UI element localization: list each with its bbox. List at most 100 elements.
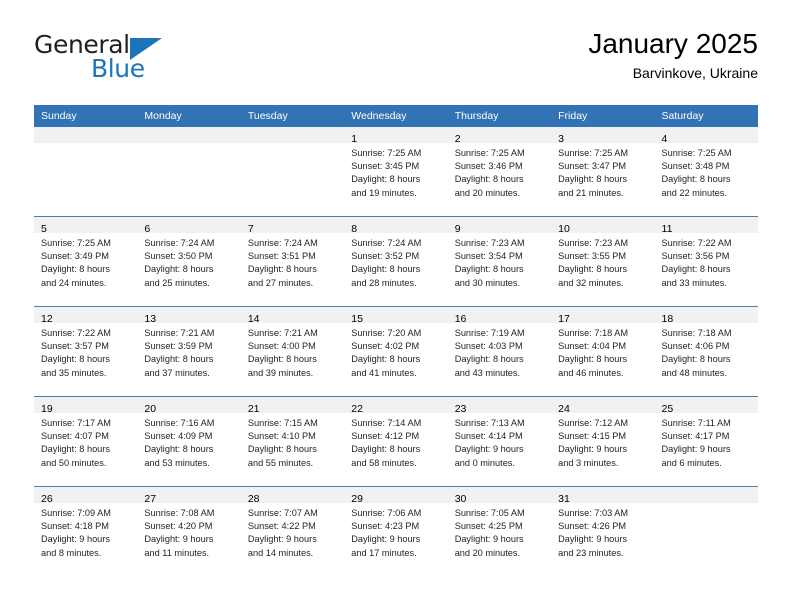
calendar-day-cell[interactable]: 11 Sunrise: 7:22 AM Sunset: 3:56 PM Dayligh… <box>654 216 758 307</box>
day-number: 6 <box>144 223 151 235</box>
daylight-text: and 46 minutes. <box>558 367 624 378</box>
day-cell-empty <box>654 487 758 576</box>
day-number: 20 <box>144 403 157 415</box>
calendar-day-cell[interactable]: 15 Sunrise: 7:20 AM Sunset: 4:02 PM Dayligh… <box>344 306 448 397</box>
calendar-day-cell[interactable]: 19 Sunrise: 7:17 AM Sunset: 4:07 PM Dayligh… <box>34 396 138 487</box>
sunset-text: Sunset: 4:03 PM <box>454 341 523 352</box>
daylight-text: and 0 minutes. <box>454 457 515 468</box>
day-number: 4 <box>661 133 668 145</box>
calendar-day-cell[interactable]: 6 Sunrise: 7:24 AM Sunset: 3:50 PM Daylight… <box>137 216 241 307</box>
calendar-day-cell[interactable]: 7 Sunrise: 7:24 AM Sunset: 3:51 PM Daylight… <box>240 216 345 307</box>
calendar-day-cell[interactable]: 5 Sunrise: 7:25 AM Sunset: 3:49 PM Daylight… <box>34 216 138 307</box>
daylight-text: and 35 minutes. <box>41 367 107 378</box>
day-number-band: 20 <box>137 397 241 415</box>
daylight-text: Daylight: 8 hours <box>144 444 214 455</box>
calendar-day-cell[interactable]: 20 Sunrise: 7:16 AM Sunset: 4:09 PM Dayligh… <box>137 396 241 487</box>
calendar-day-cell[interactable]: 27 Sunrise: 7:08 AM Sunset: 4:20 PM Dayligh… <box>137 486 241 576</box>
calendar-day-cell[interactable]: 29 Sunrise: 7:06 AM Sunset: 4:23 PM Dayligh… <box>344 486 448 576</box>
calendar-day-cell[interactable] <box>137 127 241 217</box>
weekday-header-wednesday: Wednesday <box>344 105 448 127</box>
sunrise-text: Sunrise: 7:11 AM <box>661 418 731 428</box>
day-number: 11 <box>661 223 673 235</box>
calendar-day-cell[interactable] <box>654 486 758 576</box>
calendar-day-cell[interactable]: 8 Sunrise: 7:24 AM Sunset: 3:52 PM Daylight… <box>344 216 448 307</box>
calendar-day-cell[interactable]: 2 Sunrise: 7:25 AM Sunset: 3:46 PM Daylight… <box>447 127 552 217</box>
calendar-day-cell[interactable]: 10 Sunrise: 7:23 AM Sunset: 3:55 PM Dayligh… <box>551 216 655 307</box>
day-number-band: 18 <box>654 307 758 325</box>
calendar-day-cell[interactable]: 21 Sunrise: 7:15 AM Sunset: 4:10 PM Dayligh… <box>240 396 345 487</box>
sunset-text: Sunset: 3:51 PM <box>247 251 316 262</box>
calendar-day-cell[interactable]: 4 Sunrise: 7:25 AM Sunset: 3:48 PM Daylight… <box>654 127 758 217</box>
day-number: 9 <box>454 223 461 235</box>
sunset-text: Sunset: 4:22 PM <box>247 521 316 532</box>
daylight-text: Daylight: 8 hours <box>558 264 628 275</box>
daylight-text: Daylight: 8 hours <box>41 264 110 275</box>
calendar-day-cell[interactable]: 25 Sunrise: 7:11 AM Sunset: 4:17 PM Dayligh… <box>654 396 758 487</box>
calendar-day-cell[interactable]: 26 Sunrise: 7:09 AM Sunset: 4:18 PM Dayligh… <box>34 486 138 576</box>
sunset-text: Sunset: 4:15 PM <box>558 431 627 442</box>
day-details: Sunrise: 7:21 AM Sunset: 3:59 PM Daylight:… <box>137 323 240 380</box>
day-cell-content: 26 Sunrise: 7:09 AM Sunset: 4:18 PM Dayligh… <box>34 487 138 576</box>
sunrise-text: Sunrise: 7:24 AM <box>144 238 215 248</box>
day-details: Sunrise: 7:23 AM Sunset: 3:55 PM Daylight:… <box>551 233 654 290</box>
day-number-band: 6 <box>137 217 241 235</box>
calendar-day-cell[interactable]: 23 Sunrise: 7:13 AM Sunset: 4:14 PM Dayligh… <box>447 396 552 487</box>
calendar-day-cell[interactable]: 24 Sunrise: 7:12 AM Sunset: 4:15 PM Dayligh… <box>551 396 655 487</box>
day-cell-content: 10 Sunrise: 7:23 AM Sunset: 3:55 PM Dayligh… <box>551 217 655 306</box>
day-number: 21 <box>247 403 260 415</box>
day-details: Sunrise: 7:13 AM Sunset: 4:14 PM Daylight:… <box>448 413 551 470</box>
day-cell-empty <box>34 127 138 216</box>
sunset-text: Sunset: 3:48 PM <box>661 161 730 172</box>
calendar-day-cell[interactable]: 12 Sunrise: 7:22 AM Sunset: 3:57 PM Dayligh… <box>34 306 138 397</box>
day-details: Sunrise: 7:06 AM Sunset: 4:23 PM Daylight:… <box>344 503 447 560</box>
calendar-day-cell[interactable] <box>34 127 138 217</box>
daylight-text: and 58 minutes. <box>351 457 417 468</box>
day-cell-content: 23 Sunrise: 7:13 AM Sunset: 4:14 PM Dayligh… <box>447 397 552 486</box>
day-cell-content: 6 Sunrise: 7:24 AM Sunset: 3:50 PM Daylight… <box>137 217 241 306</box>
calendar-day-cell[interactable]: 28 Sunrise: 7:07 AM Sunset: 4:22 PM Dayligh… <box>240 486 345 576</box>
day-number-band: 3 <box>551 127 655 145</box>
day-cell-content: 30 Sunrise: 7:05 AM Sunset: 4:25 PM Dayligh… <box>447 487 552 576</box>
day-number-band: 23 <box>447 397 552 415</box>
day-details: Sunrise: 7:18 AM Sunset: 4:06 PM Daylight:… <box>655 323 758 380</box>
weekday-header-thursday: Thursday <box>447 105 552 127</box>
calendar-day-cell[interactable]: 17 Sunrise: 7:18 AM Sunset: 4:04 PM Dayligh… <box>551 306 655 397</box>
calendar-day-cell[interactable]: 14 Sunrise: 7:21 AM Sunset: 4:00 PM Dayligh… <box>240 306 345 397</box>
day-details: Sunrise: 7:08 AM Sunset: 4:20 PM Daylight:… <box>137 503 240 560</box>
calendar-day-cell[interactable]: 9 Sunrise: 7:23 AM Sunset: 3:54 PM Daylight… <box>447 216 552 307</box>
calendar-day-cell[interactable]: 18 Sunrise: 7:18 AM Sunset: 4:06 PM Dayligh… <box>654 306 758 397</box>
day-details <box>241 143 344 147</box>
sunrise-text: Sunrise: 7:21 AM <box>247 328 318 338</box>
day-details: Sunrise: 7:05 AM Sunset: 4:25 PM Daylight:… <box>448 503 551 560</box>
sunrise-text: Sunrise: 7:25 AM <box>661 148 732 158</box>
calendar-day-cell[interactable]: 3 Sunrise: 7:25 AM Sunset: 3:47 PM Daylight… <box>551 127 655 217</box>
day-number-band: 31 <box>551 487 655 505</box>
daylight-text: Daylight: 8 hours <box>661 174 731 185</box>
sunset-text: Sunset: 4:23 PM <box>351 521 420 532</box>
day-number-band <box>240 127 345 143</box>
day-cell-content: 9 Sunrise: 7:23 AM Sunset: 3:54 PM Daylight… <box>447 217 552 306</box>
day-number-band: 22 <box>344 397 448 415</box>
daylight-text: Daylight: 8 hours <box>351 444 421 455</box>
daylight-text: Daylight: 8 hours <box>454 264 524 275</box>
daylight-text: Daylight: 8 hours <box>351 174 421 185</box>
sunset-text: Sunset: 3:54 PM <box>454 251 523 262</box>
calendar-day-cell[interactable]: 30 Sunrise: 7:05 AM Sunset: 4:25 PM Dayligh… <box>447 486 552 576</box>
day-cell-content: 14 Sunrise: 7:21 AM Sunset: 4:00 PM Dayligh… <box>240 307 345 396</box>
calendar-day-cell[interactable]: 16 Sunrise: 7:19 AM Sunset: 4:03 PM Dayligh… <box>447 306 552 397</box>
day-cell-content: 25 Sunrise: 7:11 AM Sunset: 4:17 PM Dayligh… <box>654 397 758 486</box>
day-number-band: 30 <box>447 487 552 505</box>
daylight-text: and 48 minutes. <box>661 367 727 378</box>
calendar-day-cell[interactable]: 22 Sunrise: 7:14 AM Sunset: 4:12 PM Dayligh… <box>344 396 448 487</box>
daylight-text: Daylight: 9 hours <box>247 534 317 545</box>
day-cell-empty <box>137 127 241 216</box>
calendar-day-cell[interactable]: 1 Sunrise: 7:25 AM Sunset: 3:45 PM Daylight… <box>344 127 448 217</box>
day-details: Sunrise: 7:14 AM Sunset: 4:12 PM Daylight:… <box>344 413 447 470</box>
sunset-text: Sunset: 3:45 PM <box>351 161 420 172</box>
calendar-day-cell[interactable]: 13 Sunrise: 7:21 AM Sunset: 3:59 PM Dayligh… <box>137 306 241 397</box>
daylight-text: and 32 minutes. <box>558 277 624 288</box>
brand-logo[interactable]: General Blue <box>34 32 254 90</box>
day-cell-content: 8 Sunrise: 7:24 AM Sunset: 3:52 PM Daylight… <box>344 217 448 306</box>
calendar-day-cell[interactable]: 31 Sunrise: 7:03 AM Sunset: 4:26 PM Dayligh… <box>551 486 655 576</box>
calendar-day-cell[interactable] <box>240 127 345 217</box>
